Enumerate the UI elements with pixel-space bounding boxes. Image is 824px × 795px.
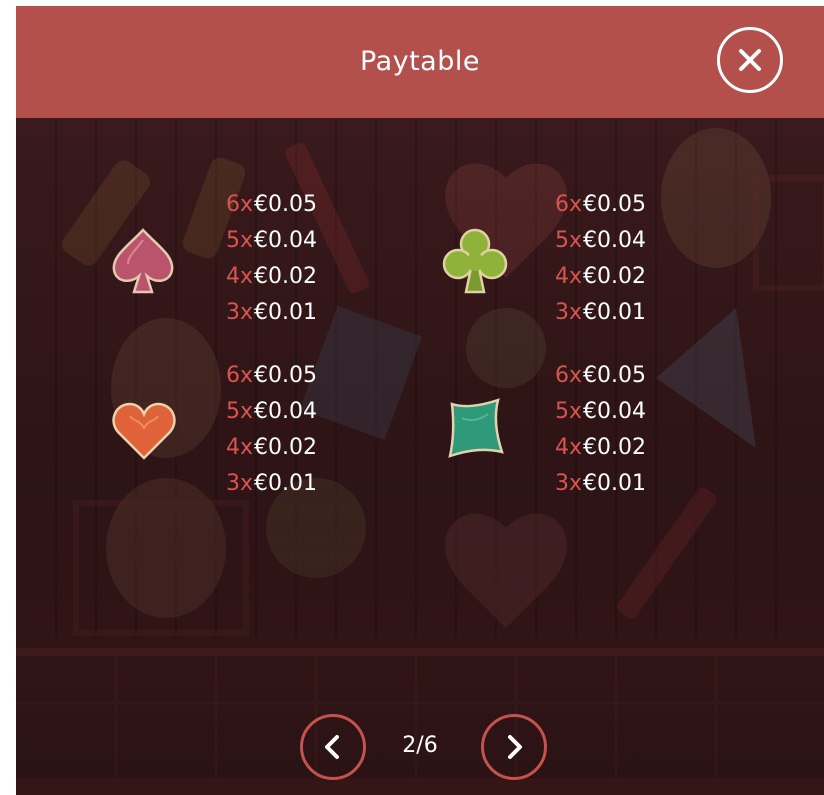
payout-line: 5x€0.04 (226, 228, 318, 253)
payout-line: 6x€0.05 (555, 363, 647, 388)
heart-icon (112, 402, 176, 460)
chevron-right-icon (508, 735, 522, 759)
page-title: Paytable (360, 46, 480, 77)
payout-line: 4x€0.02 (226, 264, 318, 289)
header-bar: Paytable (16, 6, 824, 118)
close-button[interactable] (717, 27, 783, 93)
club-icon (442, 228, 508, 294)
payout-line: 4x€0.02 (555, 435, 647, 460)
payout-line: 4x€0.02 (555, 264, 647, 289)
payout-line: 4x€0.02 (226, 435, 318, 460)
diamond-icon (448, 398, 504, 458)
payout-line: 3x€0.01 (226, 300, 318, 325)
spade-icon (112, 228, 174, 294)
prev-page-button[interactable] (300, 714, 366, 780)
page-indicator: 2/6 (402, 733, 438, 758)
payout-line: 6x€0.05 (555, 192, 647, 217)
payout-line: 6x€0.05 (226, 363, 318, 388)
payout-line: 6x€0.05 (226, 192, 318, 217)
chevron-left-icon (325, 735, 339, 759)
payout-line: 5x€0.04 (555, 228, 647, 253)
next-page-button[interactable] (481, 714, 547, 780)
payout-line: 3x€0.01 (555, 471, 647, 496)
payout-line: 3x€0.01 (226, 471, 318, 496)
payout-line: 5x€0.04 (555, 399, 647, 424)
payout-line: 3x€0.01 (555, 300, 647, 325)
payout-line: 5x€0.04 (226, 399, 318, 424)
close-icon (739, 49, 761, 71)
paytable-screen: Paytable 6x€0.05 5x€0.04 4x€0.02 3x€0.01… (16, 6, 824, 795)
